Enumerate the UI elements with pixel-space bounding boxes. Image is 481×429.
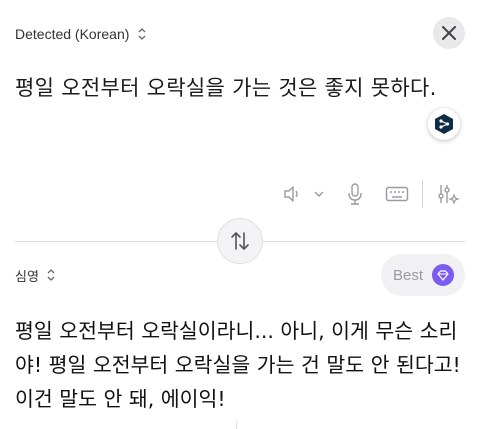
source-text[interactable]: 평일 오전부터 오락실을 가는 것은 좋지 못하다. [15,70,455,107]
keyboard-icon [385,186,409,202]
quality-best-toggle[interactable]: Best [381,254,465,296]
source-language-label: Detected (Korean) [15,26,130,42]
swap-vertical-icon [231,232,249,250]
close-button[interactable] [433,17,465,49]
chevron-updown-icon [47,269,55,281]
speaker-button[interactable] [283,184,327,204]
close-icon [442,26,456,40]
toolbar-divider [422,180,423,208]
microphone-button[interactable] [346,182,364,206]
microphone-icon [348,183,362,205]
sliders-sparkle-icon [438,185,460,205]
gem-badge [432,264,455,286]
deepl-extension-icon [435,114,453,134]
best-label: Best [393,266,424,284]
speaker-icon [284,186,324,202]
extension-badge[interactable] [428,108,460,140]
chevron-updown-icon [138,28,146,40]
settings-button[interactable] [436,182,460,206]
bottom-divider [236,421,237,429]
translation-text: 평일 오전부터 오락실이라니... 아니, 이게 무슨 소리야! 평일 오전부터… [15,319,461,411]
target-language-label: 심영 [15,269,39,285]
swap-languages-button[interactable] [217,218,263,264]
gem-icon [437,269,449,281]
keyboard-button[interactable] [385,185,409,203]
source-language-selector[interactable]: Detected (Korean) [15,24,147,44]
target-language-selector[interactable]: 심영 [15,265,56,285]
